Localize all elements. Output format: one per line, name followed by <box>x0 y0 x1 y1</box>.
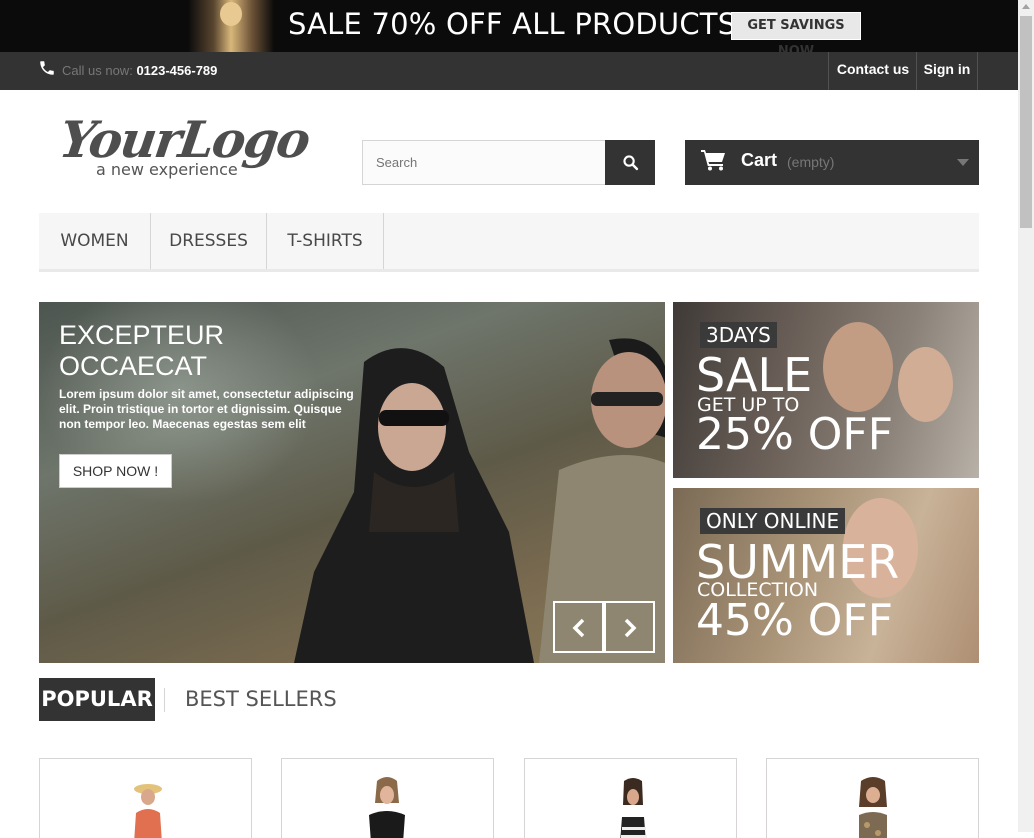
promo-tile-image-2 <box>898 347 953 422</box>
search-input[interactable] <box>362 140 606 185</box>
menu-item-dresses[interactable]: DRESSES <box>151 213 267 269</box>
chevron-left-icon <box>572 618 585 638</box>
promo-tile-summer[interactable]: ONLY ONLINE SUMMER COLLECTION 45% OFF <box>673 488 979 663</box>
menu-item-women[interactable]: WOMEN <box>39 213 151 269</box>
promo-tile-discount: 25% OFF <box>696 409 894 460</box>
slider-prev-button[interactable] <box>553 601 604 653</box>
scrollbar-thumb[interactable] <box>1020 16 1032 228</box>
promo-tile-tag: 3DAYS <box>700 322 777 348</box>
slider-next-button[interactable] <box>604 601 655 653</box>
cart-button[interactable]: Cart (empty) <box>685 140 979 185</box>
call-us-text: Call us now: 0123-456-789 <box>62 63 217 78</box>
promo-banner[interactable]: SALE 70% OFF ALL PRODUCTS GET SAVINGS NO… <box>0 0 1018 59</box>
product-card[interactable] <box>766 758 979 838</box>
phone-icon <box>38 59 56 77</box>
cart-icon <box>701 150 725 171</box>
promo-tile-tag: ONLY ONLINE <box>700 508 846 534</box>
get-savings-button[interactable]: GET SAVINGS NOW <box>731 12 861 59</box>
product-image <box>369 777 405 838</box>
shop-now-button[interactable]: SHOP NOW ! <box>59 454 172 488</box>
promo-tile-sale[interactable]: 3DAYS SALE GET UP TO 25% OFF <box>673 302 979 478</box>
slider-title: EXCEPTEUR OCCAECAT <box>59 320 224 382</box>
product-card[interactable] <box>524 758 737 838</box>
product-card[interactable] <box>39 758 252 838</box>
phone-number: 0123-456-789 <box>136 63 218 78</box>
promo-tile-discount: 45% OFF <box>696 595 894 646</box>
search-button[interactable] <box>605 140 655 185</box>
logo-tagline: a new experience <box>96 160 238 179</box>
search-icon <box>623 155 639 171</box>
promo-tile-heading: SALE <box>696 348 813 402</box>
cart-label: Cart <box>741 150 778 170</box>
slider-title-line1: EXCEPTEUR <box>59 320 225 350</box>
slider-title-line2: OCCAECAT <box>59 351 208 381</box>
tab-popular[interactable]: POPULAR <box>39 678 155 721</box>
site-logo[interactable]: YourLogo a new experience <box>56 110 313 184</box>
product-image <box>859 777 887 838</box>
menu-item-tshirts[interactable]: T-SHIRTS <box>267 213 384 269</box>
category-menu: WOMEN DRESSES T-SHIRTS <box>39 213 979 272</box>
homepage-slider[interactable]: EXCEPTEUR OCCAECAT Lorem ipsum dolor sit… <box>39 302 665 663</box>
top-nav-bar: Call us now: 0123-456-789 Contact us Sig… <box>0 52 1018 90</box>
scroll-up-arrow-icon[interactable] <box>1022 4 1030 9</box>
promo-tile-image <box>823 322 893 412</box>
page-scrollbar[interactable] <box>1018 0 1034 832</box>
chevron-right-icon <box>624 618 637 638</box>
sign-in-link[interactable]: Sign in <box>916 52 978 90</box>
cart-status: (empty) <box>787 154 835 170</box>
call-us-label: Call us now: <box>62 63 133 78</box>
tab-divider <box>164 688 165 712</box>
promo-model-image <box>188 0 274 52</box>
chevron-down-icon <box>957 159 969 166</box>
tab-best-sellers[interactable]: BEST SELLERS <box>185 678 337 721</box>
product-card[interactable] <box>281 758 494 838</box>
product-image <box>620 778 647 838</box>
promo-headline: SALE 70% OFF ALL PRODUCTS <box>288 7 737 41</box>
product-image <box>134 784 162 838</box>
contact-us-link[interactable]: Contact us <box>828 52 917 90</box>
slider-description: Lorem ipsum dolor sit amet, consectetur … <box>59 387 354 431</box>
